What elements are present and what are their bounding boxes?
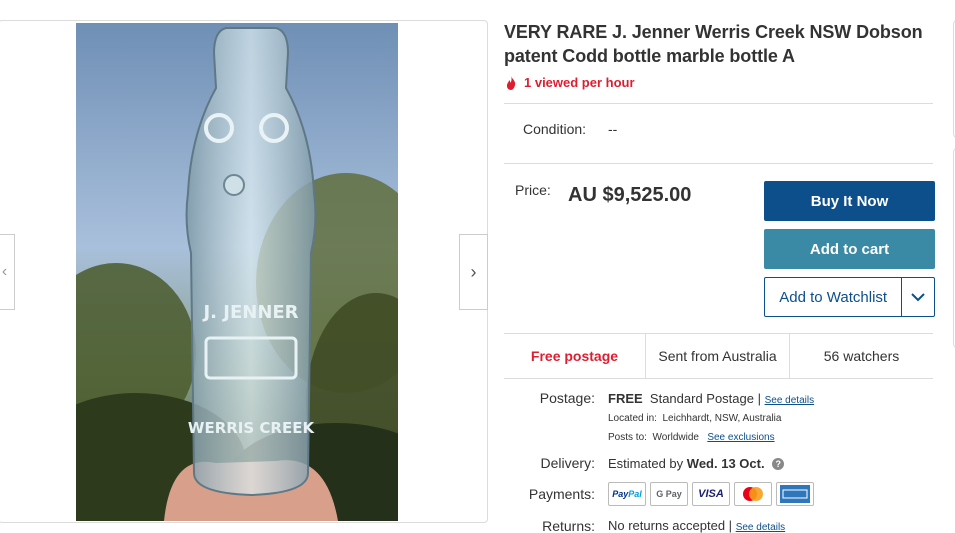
price-label: Price: <box>515 182 551 198</box>
buy-it-now-button[interactable]: Buy It Now <box>764 181 935 221</box>
postage-value: FREE Standard Postage | See details <box>608 391 814 406</box>
info-icon[interactable]: ? <box>772 458 785 470</box>
add-to-watchlist-button[interactable]: Add to Watchlist <box>764 277 935 317</box>
google-pay-icon: G Pay <box>650 482 688 506</box>
divider <box>504 163 933 164</box>
product-photo[interactable]: J. JENNER WERRIS CREEK <box>76 23 398 521</box>
watchers-count: 56 watchers <box>823 348 900 364</box>
embossing-top: J. JENNER <box>201 302 298 323</box>
condition-label: Condition: <box>523 121 587 137</box>
fire-icon <box>506 75 516 90</box>
viewed-badge: 1 viewed per hour <box>504 75 635 90</box>
amex-icon <box>776 482 814 506</box>
sent-from: Sent from Australia <box>646 333 790 379</box>
shipping-summary-strip: Free postage Sent from Australia 56 watc… <box>504 333 933 379</box>
postage-free: FREE <box>608 391 643 406</box>
located-label: Located in: <box>608 413 657 424</box>
payment-methods: Pay Pal G Pay VISA <box>608 482 814 506</box>
listing-title: VERY RARE J. Jenner Werris Creek NSW Dob… <box>504 22 923 66</box>
located-in: Located in: Leichhardt, NSW, Australia <box>608 413 781 424</box>
mastercard-icon <box>734 482 772 506</box>
delivery-label: Delivery: <box>540 455 595 471</box>
divider <box>504 103 933 104</box>
paypal-icon: Pay Pal <box>608 482 646 506</box>
returns-value: No returns accepted | See details <box>608 518 785 533</box>
returns-see-details-link[interactable]: See details <box>736 522 785 533</box>
see-exclusions-link[interactable]: See exclusions <box>707 432 774 443</box>
postage-see-details-link[interactable]: See details <box>765 395 814 406</box>
price-value: AU $9,525.00 <box>568 184 692 206</box>
free-postage-badge: Free postage <box>504 333 646 379</box>
gallery-prev-button[interactable]: ‹ <box>0 234 15 310</box>
postage-type: Standard Postage | <box>649 391 761 406</box>
delivery-prefix: Estimated by <box>608 456 684 471</box>
posts-value: Worldwide <box>652 432 699 443</box>
watchlist-label: Add to Watchlist <box>779 288 888 306</box>
chevron-left-icon: ‹ <box>1 263 8 280</box>
returns-label: Returns: <box>542 518 595 533</box>
located-value: Leichhardt, NSW, Australia <box>662 413 782 424</box>
visa-icon: VISA <box>692 482 730 506</box>
postage-label: Postage: <box>539 390 595 406</box>
chevron-down-icon <box>911 292 925 301</box>
embossing-bottom: WERRIS CREEK <box>188 419 316 437</box>
delivery-value: Estimated by Wed. 13 Oct. ? <box>608 456 785 471</box>
chevron-right-icon: › <box>470 261 477 282</box>
posts-to: Posts to: Worldwide See exclusions <box>608 432 775 443</box>
payments-label: Payments: <box>528 486 595 502</box>
returns-text: No returns accepted | <box>608 518 733 533</box>
condition-value: -- <box>608 121 618 137</box>
delivery-date: Wed. 13 Oct. <box>686 456 765 471</box>
gallery-next-button[interactable]: › <box>459 234 488 310</box>
posts-label: Posts to: <box>608 432 647 443</box>
watchlist-dropdown-button[interactable] <box>901 278 934 316</box>
viewed-text: 1 viewed per hour <box>524 75 635 90</box>
add-to-cart-button[interactable]: Add to cart <box>764 229 935 269</box>
